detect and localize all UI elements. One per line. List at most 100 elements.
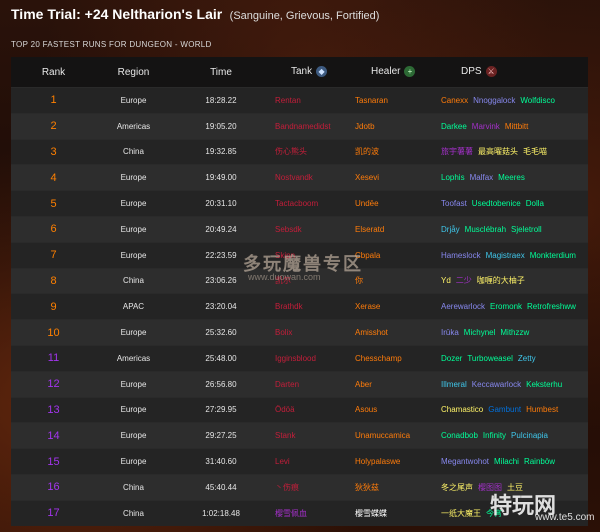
tank-player[interactable]: Stank: [271, 431, 351, 440]
healer-player[interactable]: Xerase: [351, 302, 437, 311]
dps-player[interactable]: Conadbob: [441, 431, 478, 440]
table-row[interactable]: 10 Europe 25:32.60 Bolix Amisshot Irūka Michyn…: [11, 319, 588, 345]
dps-player[interactable]: Aerewarlock: [441, 302, 485, 311]
dps-player[interactable]: Mithzzw: [500, 328, 529, 337]
healer-player[interactable]: Undēe: [351, 199, 437, 208]
tank-player[interactable]: Bolix: [271, 328, 351, 337]
dps-player[interactable]: Turboweasel: [467, 354, 513, 363]
table-row[interactable]: 1 Europe 18:28.22 Rentan Tasnaran Canexx Nnogg…: [11, 87, 588, 113]
table-row[interactable]: 12 Europe 26:56.80 Darten Aber Illmeral Keccaw…: [11, 370, 588, 397]
dps-player[interactable]: Drjåy: [441, 225, 460, 234]
dps-player[interactable]: Canexx: [441, 96, 468, 105]
dps-player[interactable]: Irūka: [441, 328, 459, 337]
dps-player[interactable]: Yd: [441, 276, 451, 285]
dps-player[interactable]: Mittbitt: [505, 122, 529, 131]
dps-player[interactable]: Wolfdisco: [520, 96, 555, 105]
dps-player[interactable]: Dolla: [526, 199, 544, 208]
col-tank[interactable]: Tank ◆: [271, 66, 351, 78]
dps-player[interactable]: 毛毛喵: [523, 147, 547, 156]
dps-player[interactable]: Zetty: [518, 354, 536, 363]
col-time[interactable]: Time: [171, 67, 271, 78]
healer-player[interactable]: Cbpala: [351, 251, 437, 260]
time-cell: 19:32.85: [205, 147, 237, 157]
dps-player[interactable]: Eromonk: [490, 302, 522, 311]
dps-player[interactable]: Megantwohot: [441, 457, 489, 466]
dps-player[interactable]: Magistraex: [486, 251, 525, 260]
tank-player[interactable]: Nostvandk: [271, 173, 351, 182]
table-row[interactable]: 15 Europe 31:40.60 Levi Holypalaswe Megantwoh…: [11, 448, 588, 474]
table-row[interactable]: 14 Europe 29:27.25 Stank Unamuccamica Conadbo…: [11, 422, 588, 449]
table-row[interactable]: 11 Americas 25:48.00 Igginsblood Chesschamp D…: [11, 344, 588, 371]
tank-player[interactable]: 伤心熊头: [271, 146, 351, 157]
dps-player[interactable]: 咖喱的大柚子: [477, 276, 525, 285]
healer-player[interactable]: Asous: [351, 405, 437, 414]
healer-player[interactable]: 樱雪蝶蝶: [351, 508, 437, 519]
healer-player[interactable]: Tasnaran: [351, 96, 437, 105]
dps-player[interactable]: Usedtobenice: [472, 199, 521, 208]
dps-player[interactable]: 一纸大魔王: [441, 509, 481, 518]
dps-player[interactable]: Hameslock: [441, 251, 481, 260]
dps-player[interactable]: Humbest: [526, 405, 558, 414]
dps-player[interactable]: Rainbōw: [524, 457, 555, 466]
dps-player[interactable]: Sjeletroll: [511, 225, 542, 234]
dps-player[interactable]: Nnoggalock: [473, 96, 515, 105]
table-row[interactable]: 5 Europe 20:31.10 Tactacboom Undēe Toofast Use…: [11, 190, 588, 216]
dps-player[interactable]: Keksterhu: [526, 380, 562, 389]
dps-player[interactable]: Monkterdium: [530, 251, 576, 260]
dps-player[interactable]: Michynel: [464, 328, 496, 337]
dps-player[interactable]: 最高曜菇头: [478, 147, 518, 156]
table-row[interactable]: 2 Americas 19:05.20 Bandnamedidst Jdotb Darke…: [11, 112, 588, 139]
table-row[interactable]: 4 Europe 19:49.00 Nostvandk Xesevi Lophis Malf…: [11, 164, 588, 191]
tank-player[interactable]: Igginsblood: [271, 354, 351, 363]
tank-player[interactable]: Rentan: [271, 96, 351, 105]
dps-player[interactable]: Toofast: [441, 199, 467, 208]
tank-player[interactable]: Tactacboom: [271, 199, 351, 208]
tank-player[interactable]: Brathdk: [271, 302, 351, 311]
dps-player[interactable]: Infinity: [483, 431, 506, 440]
dps-player[interactable]: 旅宇薯薯: [441, 147, 473, 156]
table-row[interactable]: 3 China 19:32.85 伤心熊头 凯的波 旅宇薯薯 最高曜菇头 毛毛喵: [11, 138, 588, 165]
tank-player[interactable]: Bandnamedidst: [271, 122, 351, 131]
healer-player[interactable]: 凯的波: [351, 146, 437, 157]
table-row[interactable]: 6 Europe 20:49.24 Sebsdk Elseratd Drjåy Musclé…: [11, 215, 588, 242]
dps-player[interactable]: Musclébrah: [465, 225, 506, 234]
dps-player[interactable]: Illmeral: [441, 380, 467, 389]
dps-player[interactable]: Gambunt: [488, 405, 521, 414]
dps-player[interactable]: Chamastico: [441, 405, 483, 414]
healer-player[interactable]: Amisshot: [351, 328, 437, 337]
dps-player[interactable]: Dozer: [441, 354, 462, 363]
healer-player[interactable]: 狄狄兹: [351, 482, 437, 493]
tank-player[interactable]: Darten: [271, 380, 351, 389]
col-healer[interactable]: Healer +: [351, 66, 437, 78]
healer-player[interactable]: 你: [351, 275, 437, 286]
healer-player[interactable]: Elseratd: [351, 225, 437, 234]
healer-player[interactable]: Jdotb: [351, 122, 437, 131]
col-dps[interactable]: DPS ⚔: [437, 66, 588, 78]
rank-cell: 6: [50, 223, 57, 236]
healer-player[interactable]: Holypalaswe: [351, 457, 437, 466]
dps-player[interactable]: Darkee: [441, 122, 467, 131]
dps-player[interactable]: Pulcinapia: [511, 431, 548, 440]
dps-player[interactable]: 二少: [456, 276, 472, 285]
dps-player[interactable]: Milachi: [494, 457, 519, 466]
tank-player[interactable]: Levi: [271, 457, 351, 466]
col-rank[interactable]: Rank: [11, 67, 96, 78]
dps-player[interactable]: Malfax: [470, 173, 494, 182]
dps-player[interactable]: Marvink: [472, 122, 500, 131]
dps-player[interactable]: Retrofreshww: [527, 302, 576, 311]
dps-player[interactable]: Meeres: [498, 173, 525, 182]
dps-player[interactable]: Lophis: [441, 173, 465, 182]
dps-player[interactable]: 冬之尾声: [441, 483, 473, 492]
tank-player[interactable]: Ödöä: [271, 405, 351, 414]
table-row[interactable]: 9 APAC 23:20.04 Brathdk Xerase Aerewarlock Ero…: [11, 293, 588, 320]
healer-player[interactable]: Xesevi: [351, 173, 437, 182]
dps-player[interactable]: Keccawarlock: [472, 380, 521, 389]
tank-player[interactable]: Sebsdk: [271, 225, 351, 234]
tank-player[interactable]: 丶伤痕: [271, 482, 351, 493]
healer-player[interactable]: Chesschamp: [351, 354, 437, 363]
col-region[interactable]: Region: [96, 67, 171, 78]
healer-player[interactable]: Aber: [351, 380, 437, 389]
table-row[interactable]: 13 Europe 27:29.95 Ödöä Asous Chamastico Gambu…: [11, 396, 588, 423]
healer-player[interactable]: Unamuccamica: [351, 431, 437, 440]
tank-player[interactable]: 樱雪佩血: [271, 508, 351, 519]
